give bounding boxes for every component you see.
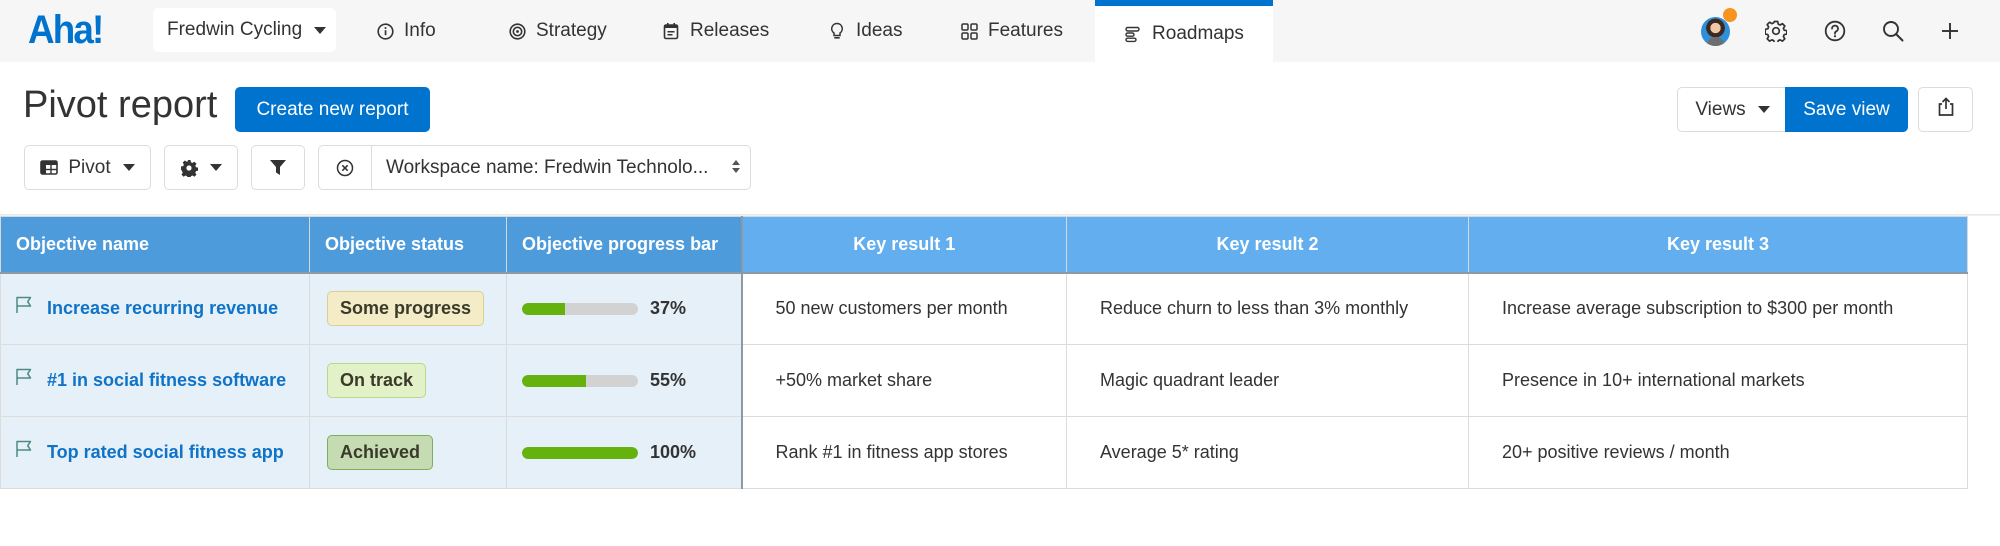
gear-icon bbox=[180, 159, 198, 177]
flag-icon bbox=[15, 296, 33, 314]
table-icon bbox=[40, 160, 59, 175]
lightbulb-icon bbox=[828, 22, 846, 40]
nav-tab-label: Roadmaps bbox=[1152, 23, 1244, 44]
help-icon[interactable] bbox=[1822, 18, 1848, 44]
info-icon bbox=[376, 22, 394, 40]
nav-tab-label: Strategy bbox=[536, 20, 607, 41]
nav-tab-label: Ideas bbox=[856, 20, 903, 41]
key-result-2-cell[interactable]: Average 5* rating bbox=[1066, 416, 1469, 489]
sort-arrows-icon bbox=[732, 160, 740, 173]
column-header-key-result-3[interactable]: Key result 3 bbox=[1468, 216, 1968, 274]
top-navigation: Aha! Fredwin Cycling Info Strategy Relea… bbox=[0, 0, 2000, 62]
objective-status-cell: Achieved bbox=[309, 416, 507, 489]
nav-tab-ideas[interactable]: Ideas bbox=[828, 0, 902, 62]
settings-dropdown[interactable] bbox=[164, 145, 238, 190]
nav-tab-releases[interactable]: Releases bbox=[662, 0, 769, 62]
status-badge: On track bbox=[327, 363, 427, 398]
objective-progress-cell: 55% bbox=[506, 344, 743, 417]
notification-badge bbox=[1723, 8, 1737, 22]
export-button[interactable] bbox=[1918, 87, 1973, 132]
clear-filter-button[interactable] bbox=[319, 146, 372, 189]
progress-bar bbox=[522, 302, 638, 315]
key-result-3-cell[interactable]: Presence in 10+ international markets bbox=[1468, 344, 1968, 417]
nav-tab-label: Features bbox=[988, 20, 1063, 41]
nav-tab-label: Releases bbox=[690, 20, 770, 41]
aha-logo[interactable]: Aha! bbox=[28, 8, 104, 53]
workspace-filter-select[interactable]: Workspace name: Fredwin Technolo... bbox=[372, 146, 750, 189]
objective-name-cell: Increase recurring revenue bbox=[0, 272, 310, 345]
key-result-1-cell[interactable]: 50 new customers per month bbox=[741, 272, 1067, 345]
chevron-down-icon bbox=[122, 164, 135, 171]
user-avatar[interactable] bbox=[1701, 17, 1730, 46]
project-dropdown[interactable]: Fredwin Cycling bbox=[153, 8, 336, 52]
key-result-1-cell[interactable]: +50% market share bbox=[741, 344, 1067, 417]
nav-tab-info[interactable]: Info bbox=[376, 0, 436, 62]
key-result-3-cell[interactable]: Increase average subscription to $300 pe… bbox=[1468, 272, 1968, 345]
nav-tab-features[interactable]: Features bbox=[960, 0, 1063, 62]
page-title: Pivot report bbox=[23, 84, 218, 126]
status-badge: Achieved bbox=[327, 435, 434, 470]
key-result-2-cell[interactable]: Reduce churn to less than 3% monthly bbox=[1066, 272, 1469, 345]
status-badge: Some progress bbox=[327, 291, 485, 327]
progress-percent: 55% bbox=[650, 370, 687, 390]
progress-fill bbox=[522, 374, 586, 387]
pivot-type-dropdown[interactable]: Pivot bbox=[24, 145, 151, 190]
nav-tab-strategy[interactable]: Strategy bbox=[508, 0, 607, 62]
project-name: Fredwin Cycling bbox=[167, 19, 303, 40]
share-icon bbox=[1937, 96, 1955, 123]
progress-bar bbox=[522, 446, 638, 459]
table-row: Top rated social fitness app Achieved 10… bbox=[0, 416, 1968, 489]
objective-status-cell: Some progress bbox=[309, 272, 507, 345]
table-header-row: Objective name Objective status Objectiv… bbox=[0, 216, 1968, 274]
create-new-report-button[interactable]: Create new report bbox=[235, 87, 430, 132]
chevron-down-icon bbox=[1757, 106, 1770, 113]
pivot-label: Pivot bbox=[68, 156, 111, 178]
filter-button[interactable] bbox=[251, 145, 305, 190]
key-result-3-cell[interactable]: 20+ positive reviews / month bbox=[1468, 416, 1968, 489]
column-header-key-result-1[interactable]: Key result 1 bbox=[741, 216, 1067, 274]
column-header-objective-status[interactable]: Objective status bbox=[309, 216, 507, 274]
objective-progress-cell: 100% bbox=[506, 416, 743, 489]
table-row: #1 in social fitness software On track 5… bbox=[0, 344, 1968, 417]
objective-link[interactable]: Increase recurring revenue bbox=[47, 298, 278, 319]
search-icon[interactable] bbox=[1880, 18, 1906, 44]
flag-icon bbox=[15, 440, 33, 458]
calendar-icon bbox=[662, 22, 680, 40]
grid-icon bbox=[960, 22, 978, 40]
objective-name-cell: #1 in social fitness software bbox=[0, 344, 310, 417]
views-dropdown[interactable]: Views bbox=[1677, 87, 1787, 132]
views-label: Views bbox=[1695, 98, 1746, 120]
objective-link[interactable]: Top rated social fitness app bbox=[47, 442, 284, 463]
chevron-down-icon bbox=[210, 164, 222, 171]
key-result-1-cell[interactable]: Rank #1 in fitness app stores bbox=[741, 416, 1067, 489]
filter-control: Workspace name: Fredwin Technolo... bbox=[318, 145, 751, 190]
pivot-table: Objective name Objective status Objectiv… bbox=[0, 216, 1968, 489]
filter-icon bbox=[269, 159, 287, 176]
column-header-objective-progress[interactable]: Objective progress bar bbox=[506, 216, 743, 274]
target-icon bbox=[508, 22, 526, 40]
gear-icon[interactable] bbox=[1763, 18, 1789, 44]
objective-progress-cell: 37% bbox=[506, 272, 743, 345]
progress-percent: 37% bbox=[650, 298, 687, 319]
nav-tab-label: Info bbox=[404, 20, 436, 41]
filter-value: Workspace name: Fredwin Technolo... bbox=[386, 156, 709, 178]
plus-icon[interactable] bbox=[1937, 18, 1963, 44]
column-header-objective-name[interactable]: Objective name bbox=[0, 216, 310, 274]
chevron-down-icon bbox=[314, 26, 327, 34]
progress-fill bbox=[522, 446, 638, 459]
objective-status-cell: On track bbox=[309, 344, 507, 417]
key-result-2-cell[interactable]: Magic quadrant leader bbox=[1066, 344, 1469, 417]
save-view-button[interactable]: Save view bbox=[1785, 87, 1908, 132]
column-header-key-result-2[interactable]: Key result 2 bbox=[1066, 216, 1469, 274]
flag-icon bbox=[15, 368, 33, 386]
progress-fill bbox=[522, 302, 565, 315]
progress-percent: 100% bbox=[650, 442, 697, 462]
close-circle-icon bbox=[336, 159, 354, 177]
objective-link[interactable]: #1 in social fitness software bbox=[47, 370, 286, 391]
objective-name-cell: Top rated social fitness app bbox=[0, 416, 310, 489]
roadmap-icon bbox=[1124, 25, 1142, 43]
table-row: Increase recurring revenue Some progress… bbox=[0, 272, 1968, 345]
progress-bar bbox=[522, 374, 638, 387]
nav-tab-roadmaps[interactable]: Roadmaps bbox=[1095, 0, 1273, 62]
